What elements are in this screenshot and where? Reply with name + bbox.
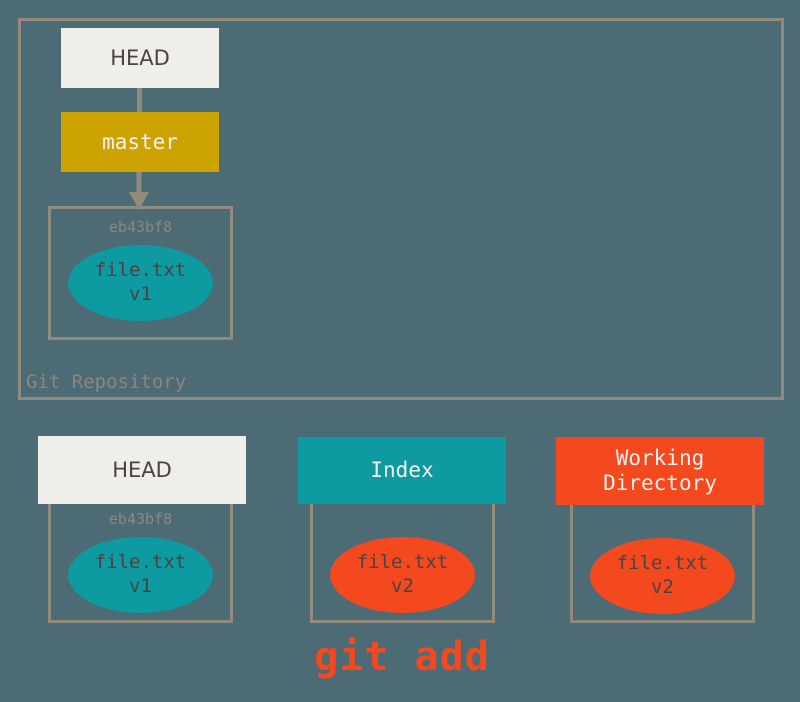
repo-commit-file-name: file.txt bbox=[94, 259, 187, 282]
index-tree-file-name: file.txt bbox=[356, 551, 449, 574]
working-directory-tree-file-name: file.txt bbox=[616, 552, 709, 575]
repo-commit-file-blob[interactable]: file.txt v1 bbox=[68, 245, 213, 321]
git-repository-label: Git Repository bbox=[26, 371, 187, 393]
repo-commit-file-version: v1 bbox=[129, 283, 152, 305]
head-tree-header[interactable]: HEAD bbox=[38, 436, 246, 504]
head-tree-file-blob[interactable]: file.txt v1 bbox=[68, 537, 213, 613]
index-tree-file-version: v2 bbox=[391, 575, 414, 597]
working-directory-tree-file-blob[interactable]: file.txt v2 bbox=[590, 538, 735, 614]
index-tree-file-blob[interactable]: file.txt v2 bbox=[330, 537, 475, 613]
command-caption: git add bbox=[314, 634, 490, 680]
working-directory-tree-header[interactable]: Working Directory bbox=[556, 437, 764, 505]
diagram-canvas: Git Repository HEAD master eb43bf8 file.… bbox=[0, 0, 800, 702]
head-to-master-connector bbox=[137, 88, 142, 112]
repo-master-branch-box[interactable]: master bbox=[61, 112, 219, 172]
repo-head-box[interactable]: HEAD bbox=[61, 28, 219, 88]
repo-commit-sha: eb43bf8 bbox=[108, 218, 173, 236]
index-tree-header[interactable]: Index bbox=[298, 437, 506, 504]
head-tree-sha: eb43bf8 bbox=[108, 510, 173, 528]
head-tree-file-version: v1 bbox=[129, 575, 152, 597]
working-directory-tree-file-version: v2 bbox=[651, 576, 674, 598]
head-tree-file-name: file.txt bbox=[94, 551, 187, 574]
